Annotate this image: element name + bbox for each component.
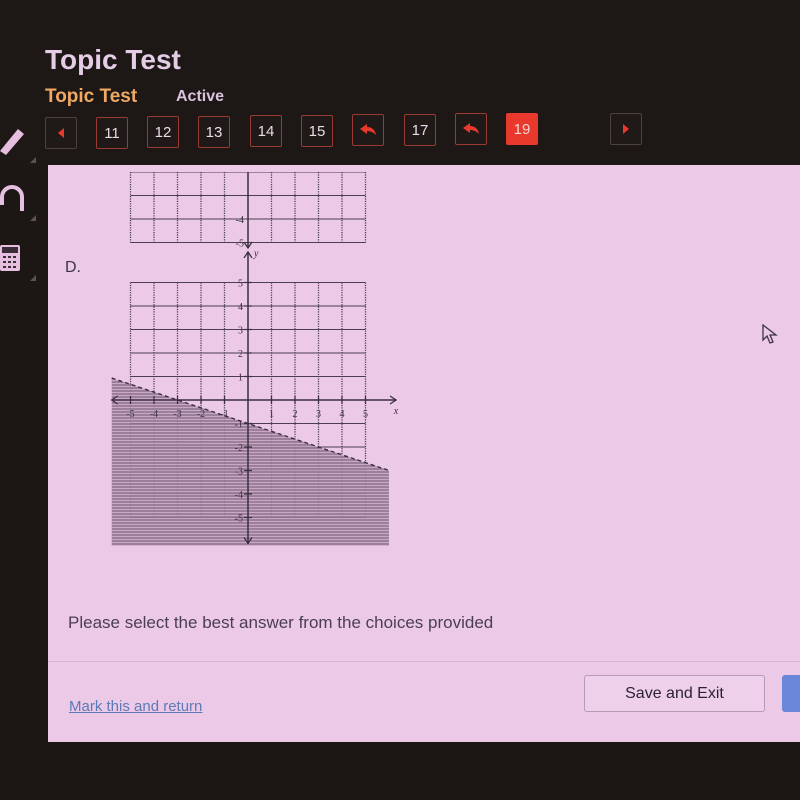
x-tick-label: -3 bbox=[173, 409, 181, 420]
x-tick-label: 1 bbox=[269, 409, 274, 420]
option-d-label[interactable]: D. bbox=[65, 259, 81, 277]
y-tick-label: -4 bbox=[236, 215, 244, 226]
y-tick-label: -3 bbox=[235, 467, 243, 478]
y-tick-label: 2 bbox=[238, 349, 243, 360]
y-tick-label: -5 bbox=[235, 514, 243, 525]
x-tick-label: 3 bbox=[316, 409, 321, 420]
y-tick-label: 1 bbox=[238, 373, 243, 384]
y-axis-label: y bbox=[253, 249, 259, 260]
x-tick-label: -1 bbox=[220, 409, 228, 420]
mark-and-return-link[interactable]: Mark this and return bbox=[69, 698, 202, 715]
y-tick-label: 3 bbox=[238, 326, 243, 337]
footer-divider bbox=[48, 661, 800, 662]
y-tick-label: 5 bbox=[238, 279, 243, 290]
x-tick-label: -2 bbox=[197, 409, 205, 420]
x-axis-label: x bbox=[393, 406, 399, 417]
cursor-arrow-icon bbox=[762, 323, 778, 344]
option-d-graph[interactable]: x y -5 -4 -3 -2 -1 1 2 3 4 5 5 4 3 2 1 -1 -2 -3 -4 -5 bbox=[110, 249, 399, 546]
y-tick-label: 4 bbox=[238, 302, 243, 313]
save-and-exit-button[interactable]: Save and Exit bbox=[584, 675, 765, 712]
previous-option-graph: -4 -5 bbox=[129, 172, 367, 250]
instruction-text: Please select the best answer from the c… bbox=[68, 613, 494, 632]
x-tick-label: 4 bbox=[340, 409, 345, 420]
y-tick-label: -4 bbox=[235, 490, 243, 501]
y-tick-label: -1 bbox=[235, 420, 243, 431]
x-tick-label: 2 bbox=[293, 409, 298, 420]
mouse-cursor bbox=[762, 323, 780, 351]
x-tick-label: -4 bbox=[150, 409, 158, 420]
shaded-region bbox=[111, 378, 389, 546]
y-tick-label: -5 bbox=[236, 239, 244, 250]
next-button[interactable] bbox=[782, 675, 800, 712]
y-tick-label: -2 bbox=[235, 443, 243, 454]
x-tick-label: 5 bbox=[363, 409, 368, 420]
x-tick-label: -5 bbox=[126, 409, 134, 420]
